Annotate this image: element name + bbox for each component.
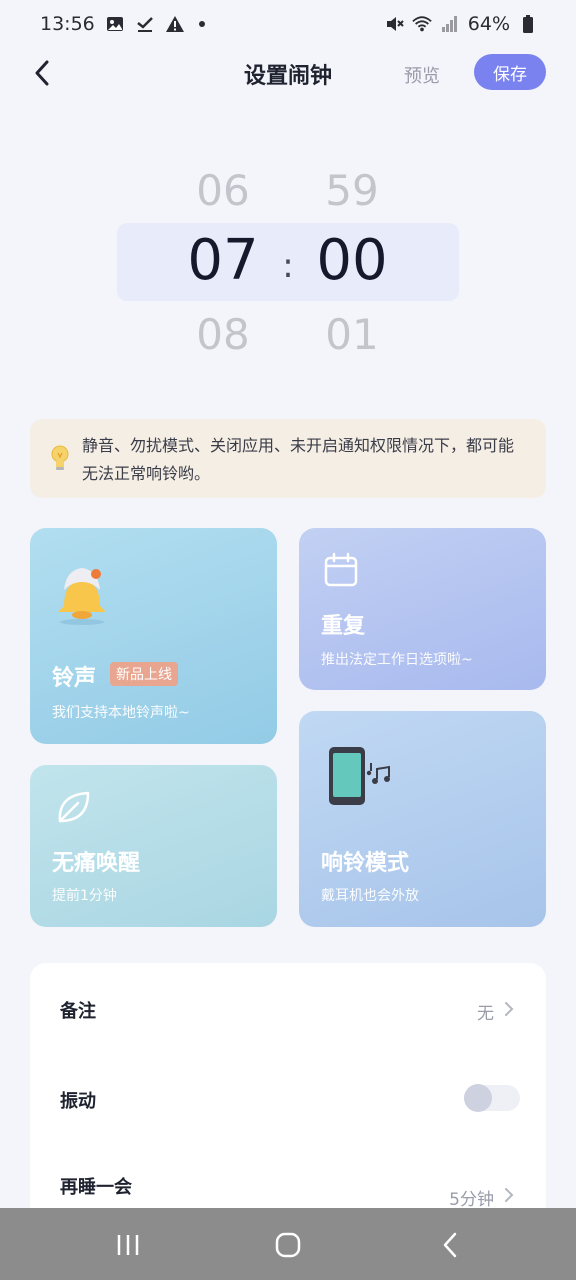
minute-prev[interactable]: 59 xyxy=(302,166,402,215)
ring-mode-subtitle: 戴耳机也会外放 xyxy=(321,888,419,904)
ringtone-card[interactable]: 铃声 新品上线 我们支持本地铃声啦~ xyxy=(30,528,277,744)
calendar-icon xyxy=(323,552,359,592)
warning-icon xyxy=(165,14,185,34)
hour-prev[interactable]: 06 xyxy=(173,166,273,215)
gentle-wake-subtitle: 提前1分钟 xyxy=(52,888,117,904)
mute-icon xyxy=(384,14,404,34)
phone-music-icon xyxy=(327,745,397,813)
repeat-subtitle: 推出法定工作日选项啦~ xyxy=(321,652,473,668)
lightbulb-icon xyxy=(50,444,70,474)
vibrate-toggle[interactable] xyxy=(464,1084,520,1112)
battery-percent: 64% xyxy=(467,13,510,35)
chevron-right-icon xyxy=(502,1187,516,1203)
vibrate-label: 振动 xyxy=(60,1091,96,1112)
gentle-wake-title: 无痛唤醒 xyxy=(52,851,141,876)
home-icon[interactable] xyxy=(268,1230,308,1260)
chevron-right-icon xyxy=(502,1001,516,1017)
tip-text: 静音、勿扰模式、关闭应用、未开启通知权限情况下，都可能无法正常响铃哟。 xyxy=(82,436,515,483)
bell-icon xyxy=(52,562,112,630)
note-value: 无 xyxy=(477,1004,494,1024)
dot-icon xyxy=(198,21,205,27)
ring-mode-title: 响铃模式 xyxy=(321,851,410,876)
repeat-card[interactable]: 重复 推出法定工作日选项啦~ xyxy=(299,528,546,690)
status-bar: 13:56 64% xyxy=(0,0,576,48)
hour-selected[interactable]: 07 xyxy=(173,228,273,293)
ringtone-subtitle: 我们支持本地铃声啦~ xyxy=(52,705,190,721)
time-picker[interactable]: 06 07 08 : 59 00 01 xyxy=(0,150,576,370)
ringtone-title: 铃声 xyxy=(52,666,97,691)
time-separator: : xyxy=(282,246,294,286)
ring-tip: 静音、勿扰模式、关闭应用、未开启通知权限情况下，都可能无法正常响铃哟。 xyxy=(30,419,546,498)
minute-selected[interactable]: 00 xyxy=(302,228,402,293)
snooze-label: 再睡一会 xyxy=(60,1177,132,1198)
new-badge: 新品上线 xyxy=(110,662,178,686)
repeat-title: 重复 xyxy=(321,614,366,639)
leaf-icon xyxy=(54,789,92,831)
vibrate-row: 振动 xyxy=(30,1071,546,1127)
save-button[interactable]: 保存 xyxy=(474,54,546,90)
wifi-icon xyxy=(412,14,432,34)
gentle-wake-card[interactable]: 无痛唤醒 提前1分钟 xyxy=(30,765,277,927)
recent-apps-icon[interactable] xyxy=(108,1230,148,1260)
ring-mode-card[interactable]: 响铃模式 戴耳机也会外放 xyxy=(299,711,546,927)
toggle-knob xyxy=(464,1084,492,1112)
note-row[interactable]: 备注 无 xyxy=(30,981,546,1037)
minute-next[interactable]: 01 xyxy=(302,310,402,359)
status-time: 13:56 xyxy=(40,13,95,35)
back-icon[interactable] xyxy=(430,1230,470,1260)
image-icon xyxy=(105,14,125,34)
signal-icon xyxy=(440,14,460,34)
snooze-value: 5分钟 xyxy=(449,1190,494,1210)
hour-next[interactable]: 08 xyxy=(173,310,273,359)
system-nav-bar xyxy=(0,1208,576,1280)
note-label: 备注 xyxy=(60,1001,96,1022)
header: 设置闹钟 预览 保存 xyxy=(0,48,576,98)
battery-icon xyxy=(518,14,538,34)
preview-button[interactable]: 预览 xyxy=(404,62,440,88)
check-icon xyxy=(135,14,155,34)
